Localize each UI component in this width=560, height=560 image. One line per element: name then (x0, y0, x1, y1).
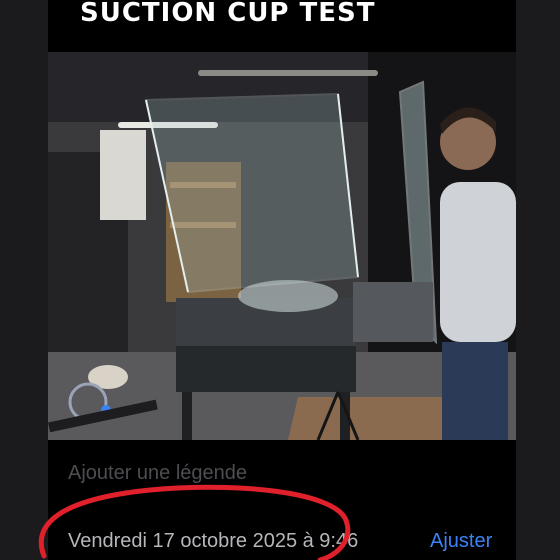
adjust-button[interactable]: Ajuster (430, 530, 492, 553)
photo-image (48, 52, 516, 440)
right-gutter (516, 0, 560, 560)
overlay-title: SUCTION CUP TEST (80, 0, 376, 28)
caption-field[interactable]: Ajouter une légende (68, 462, 247, 485)
left-gutter (0, 0, 48, 560)
photo-date-time: Vendredi 17 octobre 2025 à 9:46 (68, 530, 359, 552)
photo-view[interactable] (48, 52, 516, 440)
